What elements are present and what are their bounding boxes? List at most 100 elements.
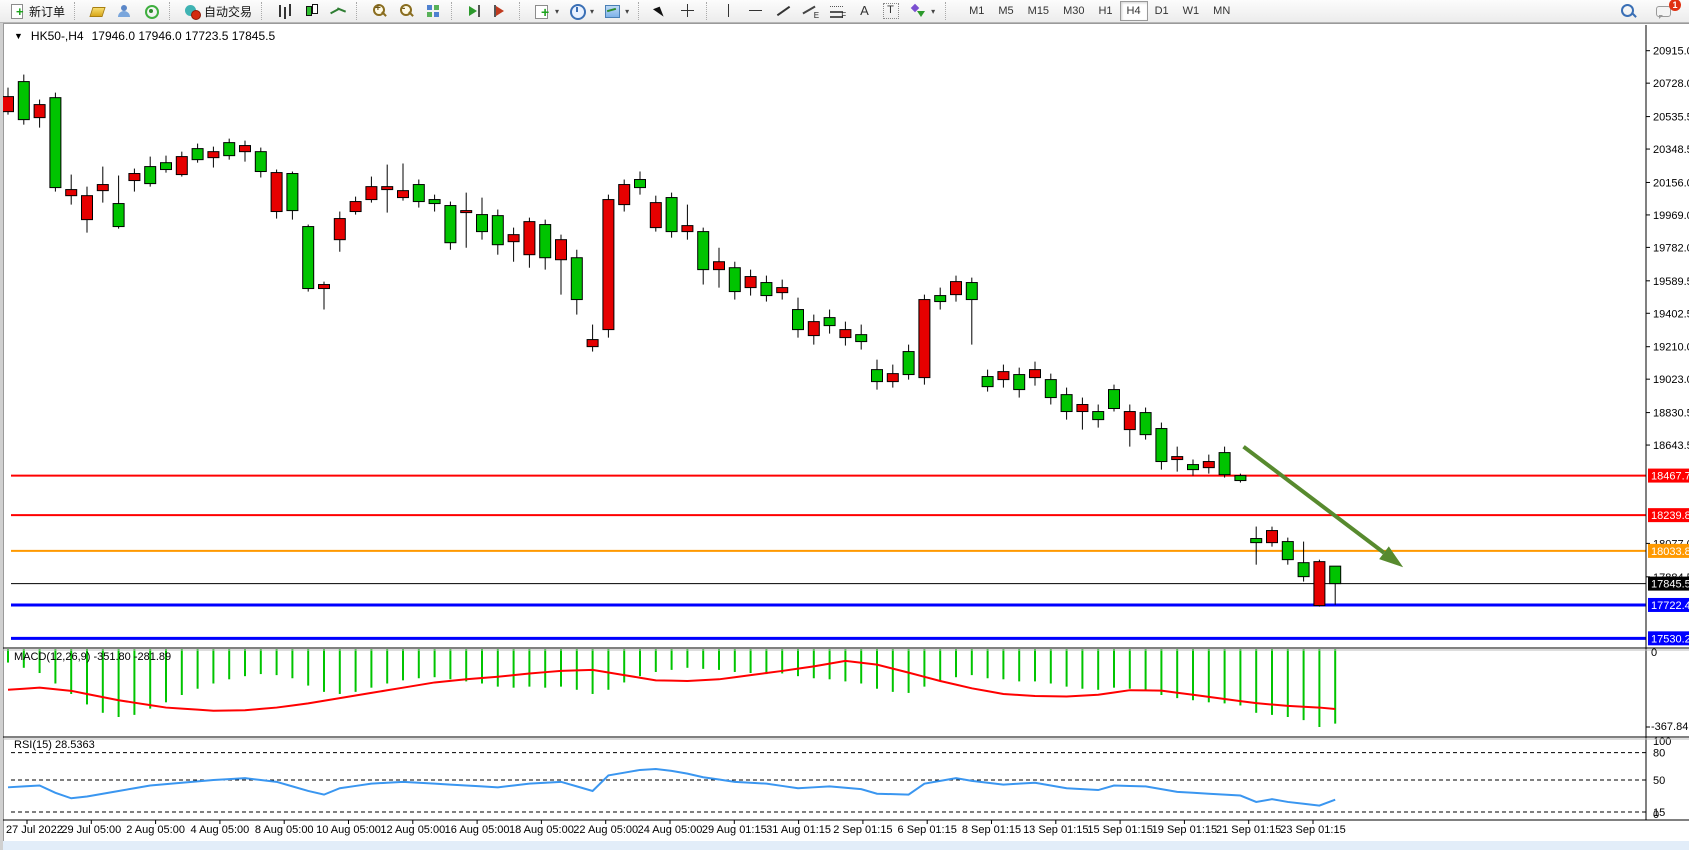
svg-text:24 Aug 05:00: 24 Aug 05:00 bbox=[638, 824, 703, 836]
arrows-button[interactable]: ▾ bbox=[905, 1, 939, 21]
templates-icon bbox=[603, 3, 621, 19]
svg-text:21 Sep 01:15: 21 Sep 01:15 bbox=[1216, 824, 1281, 836]
auto-scroll-icon bbox=[465, 3, 483, 19]
templates-dropdown-icon[interactable]: ▾ bbox=[625, 7, 629, 16]
timeframe-m1-button[interactable]: M1 bbox=[962, 1, 991, 21]
svg-text:20535.5: 20535.5 bbox=[1653, 112, 1689, 124]
auto-scroll-button[interactable] bbox=[461, 1, 487, 21]
chart-shift-icon bbox=[492, 3, 510, 19]
svg-text:29 Jul 05:00: 29 Jul 05:00 bbox=[61, 824, 121, 836]
tile-windows-button[interactable] bbox=[420, 1, 446, 21]
chart-canvas[interactable]: 100805015020915.020728.020535.520348.520… bbox=[3, 23, 1689, 850]
svg-text:18 Aug 05:00: 18 Aug 05:00 bbox=[509, 824, 574, 836]
svg-text:16 Aug 05:00: 16 Aug 05:00 bbox=[445, 824, 510, 836]
market-watch-button[interactable] bbox=[84, 1, 110, 21]
trendline-icon bbox=[774, 3, 792, 19]
arrows-icon bbox=[909, 3, 927, 19]
symbol-dropdown-icon[interactable]: ▼ bbox=[14, 31, 23, 41]
toolbar-group: 自动交易 bbox=[179, 1, 256, 21]
auto-trading-button[interactable]: 自动交易 bbox=[179, 1, 256, 21]
cursor-button[interactable] bbox=[648, 1, 674, 21]
svg-text:4 Aug 05:00: 4 Aug 05:00 bbox=[191, 824, 250, 836]
svg-text:19782.0: 19782.0 bbox=[1653, 242, 1689, 254]
toolbar-separator bbox=[519, 2, 525, 20]
notifications-button[interactable]: 1 bbox=[1651, 1, 1677, 21]
svg-text:18033.8: 18033.8 bbox=[1651, 546, 1689, 558]
tile-windows-icon bbox=[424, 3, 442, 19]
svg-text:13 Sep 01:15: 13 Sep 01:15 bbox=[1023, 824, 1088, 836]
timeframe-m5-button[interactable]: M5 bbox=[991, 1, 1020, 21]
trendline-button[interactable] bbox=[770, 1, 796, 21]
indicators-button[interactable]: ▾ bbox=[529, 1, 563, 21]
timeframe-w1-button[interactable]: W1 bbox=[1176, 1, 1207, 21]
svg-text:18239.8: 18239.8 bbox=[1651, 510, 1689, 522]
new-order-button[interactable]: 新订单 bbox=[4, 1, 69, 21]
toolbar-separator bbox=[451, 2, 457, 20]
timeframe-d1-button[interactable]: D1 bbox=[1148, 1, 1176, 21]
line-chart-mode-button[interactable] bbox=[325, 1, 351, 21]
chart-ohlc-values: 17946.0 17946.0 17723.5 17845.5 bbox=[92, 29, 276, 43]
toolbar-separator bbox=[261, 2, 267, 20]
toolbar-group bbox=[461, 1, 514, 21]
new-order-label: 新订单 bbox=[29, 3, 65, 20]
chart-window[interactable]: 100805015020915.020728.020535.520348.520… bbox=[0, 23, 1689, 850]
toolbar-separator bbox=[169, 2, 175, 20]
svg-text:20156.0: 20156.0 bbox=[1653, 177, 1689, 189]
toolbar-group bbox=[648, 1, 701, 21]
search-button[interactable] bbox=[1615, 1, 1641, 21]
signals-button[interactable] bbox=[138, 1, 164, 21]
horizontal-line-button[interactable] bbox=[743, 1, 769, 21]
vertical-line-icon bbox=[720, 3, 738, 19]
text-label-icon bbox=[882, 3, 900, 19]
macd-axis-max: 0 bbox=[1651, 647, 1657, 659]
crosshair-button[interactable] bbox=[675, 1, 701, 21]
equidistant-channel-button[interactable] bbox=[797, 1, 823, 21]
fibonacci-retracement-icon bbox=[828, 3, 846, 19]
profiles-button[interactable] bbox=[111, 1, 137, 21]
timeframe-h1-button[interactable]: H1 bbox=[1091, 1, 1119, 21]
indicators-dropdown-icon[interactable]: ▾ bbox=[555, 7, 559, 16]
toolbar-separator bbox=[706, 2, 712, 20]
bar-chart-mode-button[interactable] bbox=[271, 1, 297, 21]
timeframe-m15-button[interactable]: M15 bbox=[1021, 1, 1056, 21]
macd-axis-min: -367.84 bbox=[1651, 721, 1688, 733]
market-watch-icon bbox=[88, 3, 106, 19]
toolbar-separator bbox=[356, 2, 362, 20]
timeframe-h4-button[interactable]: H4 bbox=[1120, 1, 1148, 21]
toolbar-group: ▾ ▾ ▾ bbox=[529, 1, 633, 21]
zoom-out-button[interactable]: - bbox=[393, 1, 419, 21]
line-chart-mode-icon bbox=[329, 3, 347, 19]
toolbar-group: +- bbox=[366, 1, 446, 21]
notification-badge: 1 bbox=[1669, 0, 1681, 11]
periods-button[interactable]: ▾ bbox=[564, 1, 598, 21]
timeframe-bar: M1M5M15M30H1H4D1W1MN bbox=[962, 1, 1237, 21]
svg-text:8 Sep 01:15: 8 Sep 01:15 bbox=[962, 824, 1021, 836]
text-button[interactable] bbox=[851, 1, 877, 21]
chart-shift-button[interactable] bbox=[488, 1, 514, 21]
periods-dropdown-icon[interactable]: ▾ bbox=[590, 7, 594, 16]
auto-trading-icon bbox=[183, 3, 201, 19]
toolbar-group: 新订单 bbox=[4, 1, 69, 21]
indicators-icon bbox=[533, 3, 551, 19]
arrows-dropdown-icon[interactable]: ▾ bbox=[931, 7, 935, 16]
svg-text:20348.5: 20348.5 bbox=[1653, 144, 1689, 156]
text-label-button[interactable] bbox=[878, 1, 904, 21]
timeframe-mn-button[interactable]: MN bbox=[1206, 1, 1237, 21]
timeframe-m30-button[interactable]: M30 bbox=[1056, 1, 1091, 21]
svg-text:17845.5: 17845.5 bbox=[1651, 579, 1689, 591]
templates-button[interactable]: ▾ bbox=[599, 1, 633, 21]
svg-text:19969.0: 19969.0 bbox=[1653, 210, 1689, 222]
horizontal-line-icon bbox=[747, 3, 765, 19]
vertical-line-button[interactable] bbox=[716, 1, 742, 21]
toolbar-separator bbox=[638, 2, 644, 20]
svg-text:20915.0: 20915.0 bbox=[1653, 46, 1689, 58]
svg-text:10 Aug 05:00: 10 Aug 05:00 bbox=[316, 824, 381, 836]
cursor-icon bbox=[652, 3, 670, 19]
fibonacci-retracement-button[interactable] bbox=[824, 1, 850, 21]
equidistant-channel-icon bbox=[801, 3, 819, 19]
candlestick-mode-icon bbox=[302, 3, 320, 19]
svg-text:100: 100 bbox=[1653, 736, 1671, 748]
candlestick-mode-button[interactable] bbox=[298, 1, 324, 21]
crosshair-icon bbox=[679, 3, 697, 19]
zoom-in-button[interactable]: + bbox=[366, 1, 392, 21]
